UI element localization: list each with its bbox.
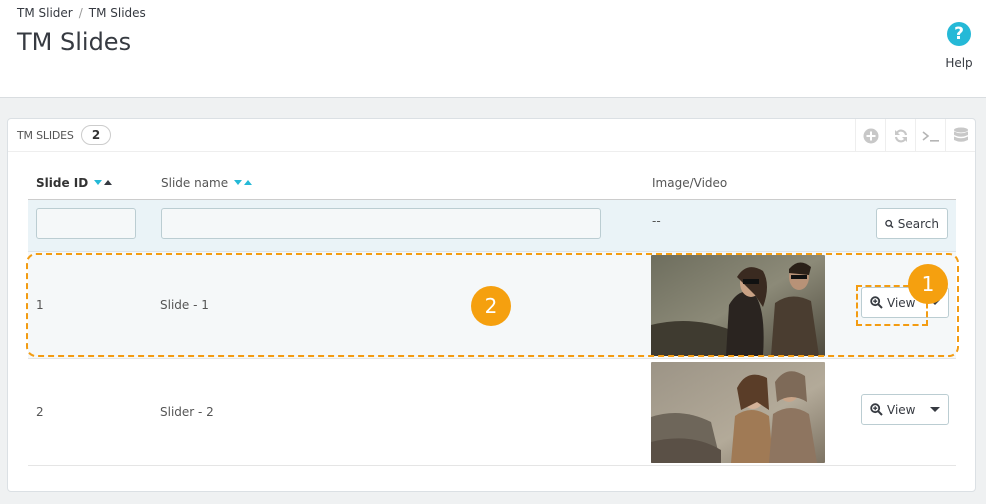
slide-id-cell: 1: [36, 298, 44, 312]
page-title: TM Slides: [17, 28, 132, 56]
filter-row: -- Search: [28, 200, 956, 252]
slide-count-badge: 2: [81, 125, 111, 145]
sort-asc-icon[interactable]: [243, 180, 252, 185]
search-button-label: Search: [897, 216, 939, 231]
panel-title: TM SLIDES: [17, 129, 74, 142]
refresh-icon: [894, 129, 907, 142]
column-header-slide-id: Slide ID: [36, 176, 113, 190]
column-header-image: Image/Video: [652, 176, 728, 190]
view-button[interactable]: View: [862, 395, 922, 424]
slide-name-cell: Slider - 2: [160, 405, 214, 419]
refresh-button[interactable]: [885, 119, 915, 152]
search-icon: [885, 219, 894, 228]
row-actions-dropdown[interactable]: [921, 395, 948, 424]
filter-slide-name-input[interactable]: [161, 208, 601, 239]
slide-name-cell: Slide - 1: [160, 298, 209, 312]
panel-heading: TM SLIDES 2: [8, 119, 975, 152]
search-button[interactable]: Search: [876, 208, 948, 239]
view-button-group: View: [861, 394, 949, 425]
sort-asc-icon[interactable]: [104, 180, 113, 185]
slide-id-cell: 2: [36, 405, 44, 419]
panel-toolbar: [855, 119, 975, 152]
zoom-in-icon: [870, 403, 883, 416]
column-label-slide-id: Slide ID: [36, 176, 89, 190]
caret-down-icon: [929, 407, 940, 412]
slide-thumbnail: [651, 255, 825, 356]
step-marker-2: 2: [471, 286, 511, 326]
column-label-slide-name: Slide name: [161, 176, 229, 190]
breadcrumb-parent[interactable]: TM Slider: [17, 6, 73, 20]
export-button[interactable]: [945, 119, 975, 152]
sql-query-button[interactable]: [915, 119, 945, 152]
zoom-in-icon: [870, 296, 883, 309]
help-label: Help: [945, 56, 973, 70]
table-row[interactable]: 2 Slider - 2 View: [28, 359, 956, 466]
view-button-label: View: [887, 295, 916, 310]
view-button-label: View: [887, 402, 916, 417]
database-icon: [953, 127, 968, 142]
help-button[interactable]: ? Help: [940, 22, 978, 70]
sort-desc-icon[interactable]: [94, 180, 103, 185]
breadcrumb-separator: /: [78, 6, 83, 20]
page-header: TM Slider / TM Slides TM Slides ? Help: [0, 0, 986, 98]
breadcrumb: TM Slider / TM Slides: [17, 6, 146, 20]
add-icon: [863, 128, 878, 143]
help-icon: ?: [947, 22, 971, 46]
step-marker-1: 1: [908, 264, 948, 304]
sort-desc-icon[interactable]: [233, 180, 242, 185]
filter-image-placeholder: --: [652, 214, 661, 228]
column-header-slide-name: Slide name: [161, 176, 252, 190]
slide-thumbnail: [651, 362, 825, 463]
add-new-button[interactable]: [855, 119, 885, 152]
breadcrumb-current[interactable]: TM Slides: [89, 6, 146, 20]
filter-slide-id-input[interactable]: [36, 208, 136, 239]
terminal-icon: [922, 130, 939, 142]
